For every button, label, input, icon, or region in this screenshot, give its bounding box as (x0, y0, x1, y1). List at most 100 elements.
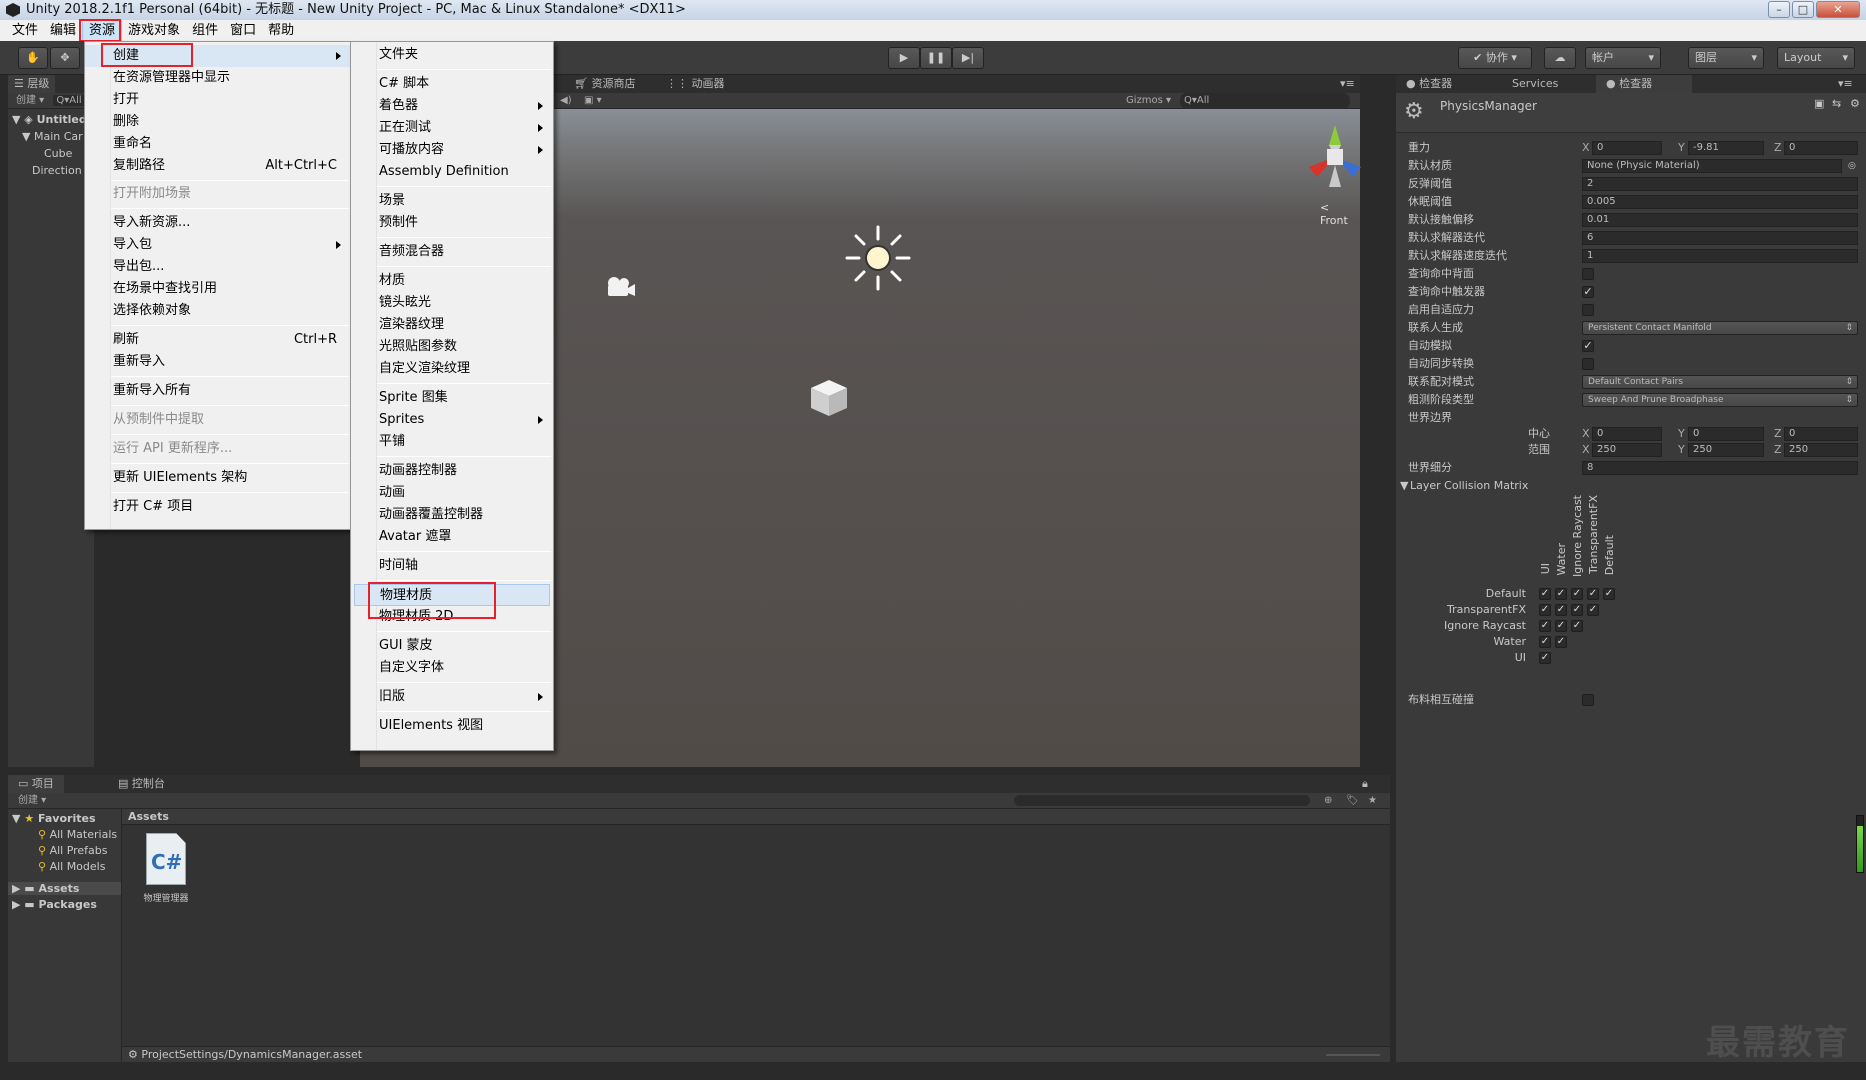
tab-project[interactable]: ▭ 项目 (8, 775, 64, 793)
project-create-button[interactable]: 创建 (18, 795, 38, 806)
menu-item-reimport[interactable]: 重新导入 (85, 351, 351, 373)
step-button[interactable]: ▶| (952, 47, 984, 69)
auto-sync-checkbox[interactable] (1582, 358, 1594, 370)
favorite-star-icon[interactable]: ★ (1368, 793, 1377, 809)
cloud-button[interactable]: ☁ (1544, 47, 1576, 69)
menu-item-find-references[interactable]: 在场景中查找引用 (85, 278, 351, 300)
sleep-threshold-field[interactable]: 0.005 (1582, 195, 1858, 209)
broadphase-dropdown[interactable]: Sweep And Prune Broadphase ⇕ (1582, 393, 1858, 407)
menu-item-rename[interactable]: 重命名 (85, 133, 351, 155)
submenu-item-sprites[interactable]: Sprites (351, 409, 553, 431)
menu-help[interactable]: 帮助 (262, 20, 300, 41)
matrix-checkbox[interactable]: ✓ (1587, 588, 1599, 600)
submenu-item-avatar-mask[interactable]: Avatar 遮罩 (351, 526, 553, 548)
contact-offset-field[interactable]: 0.01 (1582, 213, 1858, 227)
solver-velocity-field[interactable]: 1 (1582, 249, 1858, 263)
submenu-item-tile[interactable]: 平铺 (351, 431, 553, 453)
play-button[interactable]: ▶ (888, 47, 920, 69)
submenu-item-material[interactable]: 材质 (351, 270, 553, 292)
matrix-checkbox[interactable]: ✓ (1539, 620, 1551, 632)
scene-panel-menu-icon[interactable]: ▾≡ (1330, 75, 1365, 93)
submenu-item-sprite-atlas[interactable]: Sprite 图集 (351, 387, 553, 409)
submenu-item-lens-flare[interactable]: 镜头眩光 (351, 292, 553, 314)
collab-button[interactable]: ✔ 协作 ▾ (1458, 47, 1532, 69)
submenu-item-scene[interactable]: 场景 (351, 190, 553, 212)
world-subdivisions-field[interactable]: 8 (1582, 461, 1858, 475)
menu-file[interactable]: 文件 (0, 20, 44, 41)
submenu-item-render-texture[interactable]: 渲染器纹理 (351, 314, 553, 336)
world-extent-z-field[interactable]: 250 (1784, 443, 1858, 457)
filter-type-icon[interactable]: ⊕ (1324, 793, 1332, 809)
tab-services[interactable]: Services (1502, 75, 1568, 93)
scene-search-input[interactable]: Q▾All (1180, 93, 1350, 109)
submenu-item-playables[interactable]: 可播放内容 (351, 139, 553, 161)
hierarchy-item[interactable]: Cube (44, 147, 72, 160)
menu-item-open[interactable]: 打开 (85, 89, 351, 111)
menu-edit[interactable]: 编辑 (44, 20, 82, 41)
submenu-item-shader[interactable]: 着色器 (351, 95, 553, 117)
world-center-x-field[interactable]: 0 (1592, 427, 1662, 441)
hierarchy-search-input[interactable]: Q▾All (53, 95, 85, 106)
matrix-checkbox[interactable]: ✓ (1555, 636, 1567, 648)
menu-item-show-in-explorer[interactable]: 在资源管理器中显示 (85, 67, 351, 89)
maximize-button[interactable]: □ (1792, 1, 1814, 18)
hierarchy-create-button[interactable]: 创建 (16, 95, 36, 106)
asset-item[interactable]: C# 物理管理器 (130, 833, 200, 913)
favorite-item[interactable]: ⚲ All Prefabs (38, 844, 108, 857)
matrix-checkbox[interactable]: ✓ (1603, 588, 1615, 600)
tab-console[interactable]: ▤ 控制台 (108, 775, 175, 793)
tab-inspector-2[interactable]: ● 检查器 (1596, 75, 1692, 93)
submenu-item-folder[interactable]: 文件夹 (351, 44, 553, 66)
hierarchy-item[interactable]: ▼ Main Car (22, 130, 83, 143)
settings-gear-icon[interactable]: ⚙ (1850, 97, 1860, 110)
move-tool-button[interactable]: ✥ (50, 47, 80, 69)
menu-item-delete[interactable]: 删除 (85, 111, 351, 133)
hand-tool-button[interactable]: ✋ (18, 47, 48, 69)
queries-backfaces-checkbox[interactable] (1582, 268, 1594, 280)
effects-toggle-icon[interactable]: ▣ ▾ (584, 93, 602, 109)
queries-triggers-checkbox[interactable]: ✓ (1582, 286, 1594, 298)
menu-item-copy-path[interactable]: 复制路径 Alt+Ctrl+C (85, 155, 351, 177)
account-dropdown[interactable]: 帐户 ▾ (1585, 47, 1661, 69)
submenu-item-animator-override[interactable]: 动画器覆盖控制器 (351, 504, 553, 526)
submenu-item-audio-mixer[interactable]: 音频混合器 (351, 241, 553, 263)
contact-pairs-dropdown[interactable]: Default Contact Pairs ⇕ (1582, 375, 1858, 389)
bounce-threshold-field[interactable]: 2 (1582, 177, 1858, 191)
object-picker-icon[interactable]: ◎ (1848, 157, 1856, 175)
project-search-input[interactable] (1014, 795, 1310, 806)
menu-window[interactable]: 窗口 (224, 20, 262, 41)
menu-item-export-package[interactable]: 导出包... (85, 256, 351, 278)
pause-button[interactable]: ❚❚ (920, 47, 952, 69)
world-center-z-field[interactable]: 0 (1784, 427, 1858, 441)
breadcrumb[interactable]: Assets (122, 809, 1390, 825)
solver-iterations-field[interactable]: 6 (1582, 231, 1858, 245)
submenu-item-csharp-script[interactable]: C# 脚本 (351, 73, 553, 95)
submenu-item-custom-font[interactable]: 自定义字体 (351, 657, 553, 679)
menu-item-import-new-asset[interactable]: 导入新资源... (85, 212, 351, 234)
world-extent-y-field[interactable]: 250 (1688, 443, 1764, 457)
submenu-item-gui-skin[interactable]: GUI 蒙皮 (351, 635, 553, 657)
gravity-y-field[interactable]: -9.81 (1688, 141, 1764, 155)
matrix-checkbox[interactable]: ✓ (1587, 604, 1599, 616)
filter-label-icon[interactable]: 🏷︎ (1346, 793, 1359, 809)
layers-dropdown[interactable]: 图层 ▾ (1688, 47, 1764, 69)
menu-item-reimport-all[interactable]: 重新导入所有 (85, 380, 351, 402)
favorite-item[interactable]: ⚲ All Models (38, 860, 105, 873)
zoom-slider[interactable] (1326, 1054, 1380, 1056)
matrix-checkbox[interactable]: ✓ (1539, 604, 1551, 616)
scene-orientation-gizmo[interactable] (1295, 117, 1375, 197)
matrix-checkbox[interactable]: ✓ (1539, 652, 1551, 664)
submenu-item-custom-render-texture[interactable]: 自定义渲染纹理 (351, 358, 553, 380)
gizmos-dropdown[interactable]: Gizmos ▾ (1126, 93, 1171, 109)
audio-toggle-icon[interactable]: ◀) (560, 93, 572, 109)
submenu-item-animator-controller[interactable]: 动画器控制器 (351, 460, 553, 482)
matrix-checkbox[interactable]: ✓ (1571, 620, 1583, 632)
submenu-item-animation[interactable]: 动画 (351, 482, 553, 504)
submenu-item-lightmap-parameters[interactable]: 光照贴图参数 (351, 336, 553, 358)
inspector-menu-icon[interactable]: ▾≡ (1828, 75, 1863, 93)
matrix-checkbox[interactable]: ✓ (1571, 588, 1583, 600)
auto-simulation-checkbox[interactable]: ✓ (1582, 340, 1594, 352)
close-button[interactable]: ✕ (1816, 1, 1860, 18)
favorite-item[interactable]: ⚲ All Materials (38, 828, 117, 841)
submenu-item-assembly-definition[interactable]: Assembly Definition (351, 161, 553, 183)
